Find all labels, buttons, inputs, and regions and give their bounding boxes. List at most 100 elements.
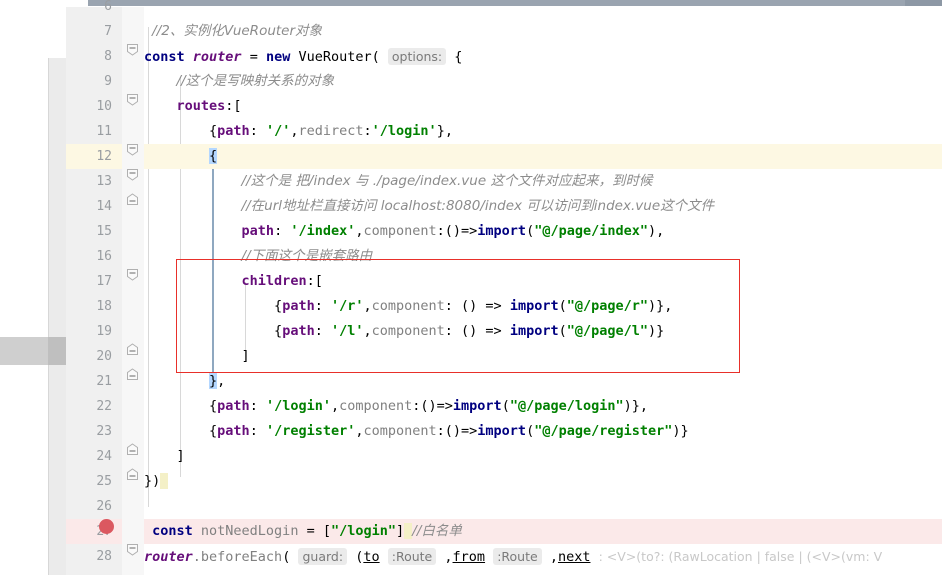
line-number-26[interactable]: 26 [72,494,112,519]
fold-toggle-line-25[interactable] [126,468,139,481]
left-horizontal-scrollbar-thumb-overlap[interactable] [48,337,66,365]
code-line-7[interactable]: //2、实例化VueRouter对象 [144,19,942,44]
line-number-20[interactable]: 20 [72,344,112,369]
code-line-19[interactable]: {path: '/l',component: () => import("@/p… [144,319,942,344]
punct-comma: , [444,549,453,565]
line-number-11[interactable]: 11 [72,119,112,144]
fold-toggle-line-13[interactable] [126,168,139,181]
line-number-7[interactable]: 7 [72,19,112,44]
code-line-20[interactable]: ] [144,344,942,369]
code-line-11[interactable]: {path: '/',redirect:'/login'}, [144,119,942,144]
line-number-14[interactable]: 14 [72,194,112,219]
fold-toggle-line-14[interactable] [126,193,139,206]
code-line-9[interactable]: //这个是写映射关系的对象 [144,69,942,94]
line-number-15[interactable]: 15 [72,219,112,244]
line-number-12[interactable]: 12 [66,144,122,169]
line-number-27[interactable]: 27 [66,519,122,544]
top-horizontal-scrollbar[interactable] [0,0,942,7]
left-vertical-scrollbar[interactable] [48,58,68,575]
line-number-19[interactable]: 19 [72,319,112,344]
method-beforeeach: .beforeEach [192,549,283,565]
code-line-12[interactable]: { [144,144,942,169]
punct-comma: , [355,423,364,439]
property-path: path [217,398,250,414]
left-panel-blank [0,7,48,575]
bracket-open: :[ [306,273,323,289]
fold-toggle-line-8[interactable] [126,43,139,56]
code-line-13[interactable]: //这个是 把/index 与 ./page/index.vue 这个文件对应起… [144,169,942,194]
line-number-28[interactable]: 28 [72,544,112,569]
code-line-10[interactable]: routes:[ [144,94,942,119]
line-number-22[interactable]: 22 [72,394,112,419]
code-line-23[interactable]: {path: '/register',component:()=>import(… [144,419,942,444]
code-line-27[interactable]: const notNeedLogin = ["/login"] //白名单 [144,519,942,544]
fold-toggle-line-20[interactable] [126,343,139,356]
breakpoint-marker-line-27[interactable] [99,519,114,534]
code-content-area[interactable]: //2、实例化VueRouter对象 const router = new Vue… [144,7,942,575]
code-line-17[interactable]: children:[ [144,269,942,294]
code-line-25[interactable]: }) [144,469,942,494]
paren-close: )} [648,323,665,339]
code-line-18[interactable]: {path: '/r',component: () => import("@/p… [144,294,942,319]
bracket-close: ] [176,448,185,464]
line-number-10[interactable]: 10 [72,94,112,119]
top-horizontal-scrollbar-thumb-end[interactable] [905,0,942,6]
string-import-r: "@/page/r" [566,298,649,314]
code-line-6[interactable] [144,7,942,19]
code-line-16[interactable]: //下面这个是嵌套路由 [144,244,942,269]
fold-toggle-line-21[interactable] [126,368,139,381]
line-number-23[interactable]: 23 [72,419,112,444]
code-line-26[interactable] [144,494,942,519]
code-line-8[interactable]: const router = new VueRouter( options: { [144,44,942,69]
paren-open: ( [526,223,535,239]
fold-toggle-line-10[interactable] [126,93,139,106]
line-number-25[interactable]: 25 [72,469,112,494]
comment-line-7: //2、实例化VueRouter对象 [152,23,323,39]
operator-assign: = [ [306,523,331,539]
arrow-function: () => [461,298,510,314]
code-line-15[interactable]: path: '/index',component:()=>import("@/p… [144,219,942,244]
top-horizontal-scrollbar-thumb[interactable] [88,0,905,6]
line-number-24[interactable]: 24 [72,444,112,469]
param-from: from [452,549,486,565]
matched-brace-close: } [209,373,218,389]
line-number-18[interactable]: 18 [72,294,112,319]
string-register-path: '/register' [265,423,356,439]
property-component: component [363,423,437,439]
line-number-17[interactable]: 17 [72,269,112,294]
punct-colon: : [363,123,372,139]
code-line-21[interactable]: }, [144,369,942,394]
type-hint-route-2: :Route [493,548,542,565]
fold-toggle-line-12[interactable] [126,143,139,156]
property-path: path [282,323,315,339]
line-number-8[interactable]: 8 [72,44,112,69]
arrow-function: :()=> [436,223,478,239]
fold-toggle-line-24[interactable] [126,443,139,456]
code-line-22[interactable]: {path: '/login',component:()=>import("@/… [144,394,942,419]
line-number-21[interactable]: 21 [72,369,112,394]
line-number-16[interactable]: 16 [72,244,112,269]
keyword-const: const [152,523,193,539]
code-line-28[interactable]: router.beforeEach( guard: (to :Route ,fr… [144,544,942,569]
code-line-24[interactable]: ] [144,444,942,469]
punct-comma: , [330,398,340,414]
arrow-function: :()=> [436,423,478,439]
line-number-6[interactable]: 6 [72,0,112,19]
line-number-9[interactable]: 9 [72,69,112,94]
comment-line-27: //白名单 [412,523,462,539]
line-number-13[interactable]: 13 [72,169,112,194]
paren-close: ), [648,223,665,239]
parameter-hint-options: options: [387,48,447,65]
inlay-ghost-type-hint: : <V>(to?: (RawLocation | false | (<V>(v… [598,549,883,564]
fold-toggle-line-17[interactable] [126,268,139,281]
fold-toggle-line-28[interactable] [126,543,139,556]
caret-indicator [160,473,169,489]
code-line-14[interactable]: //在url地址栏直接访问 localhost:8080/index 可以访问到… [144,194,942,219]
paren-open: ( [501,398,510,414]
